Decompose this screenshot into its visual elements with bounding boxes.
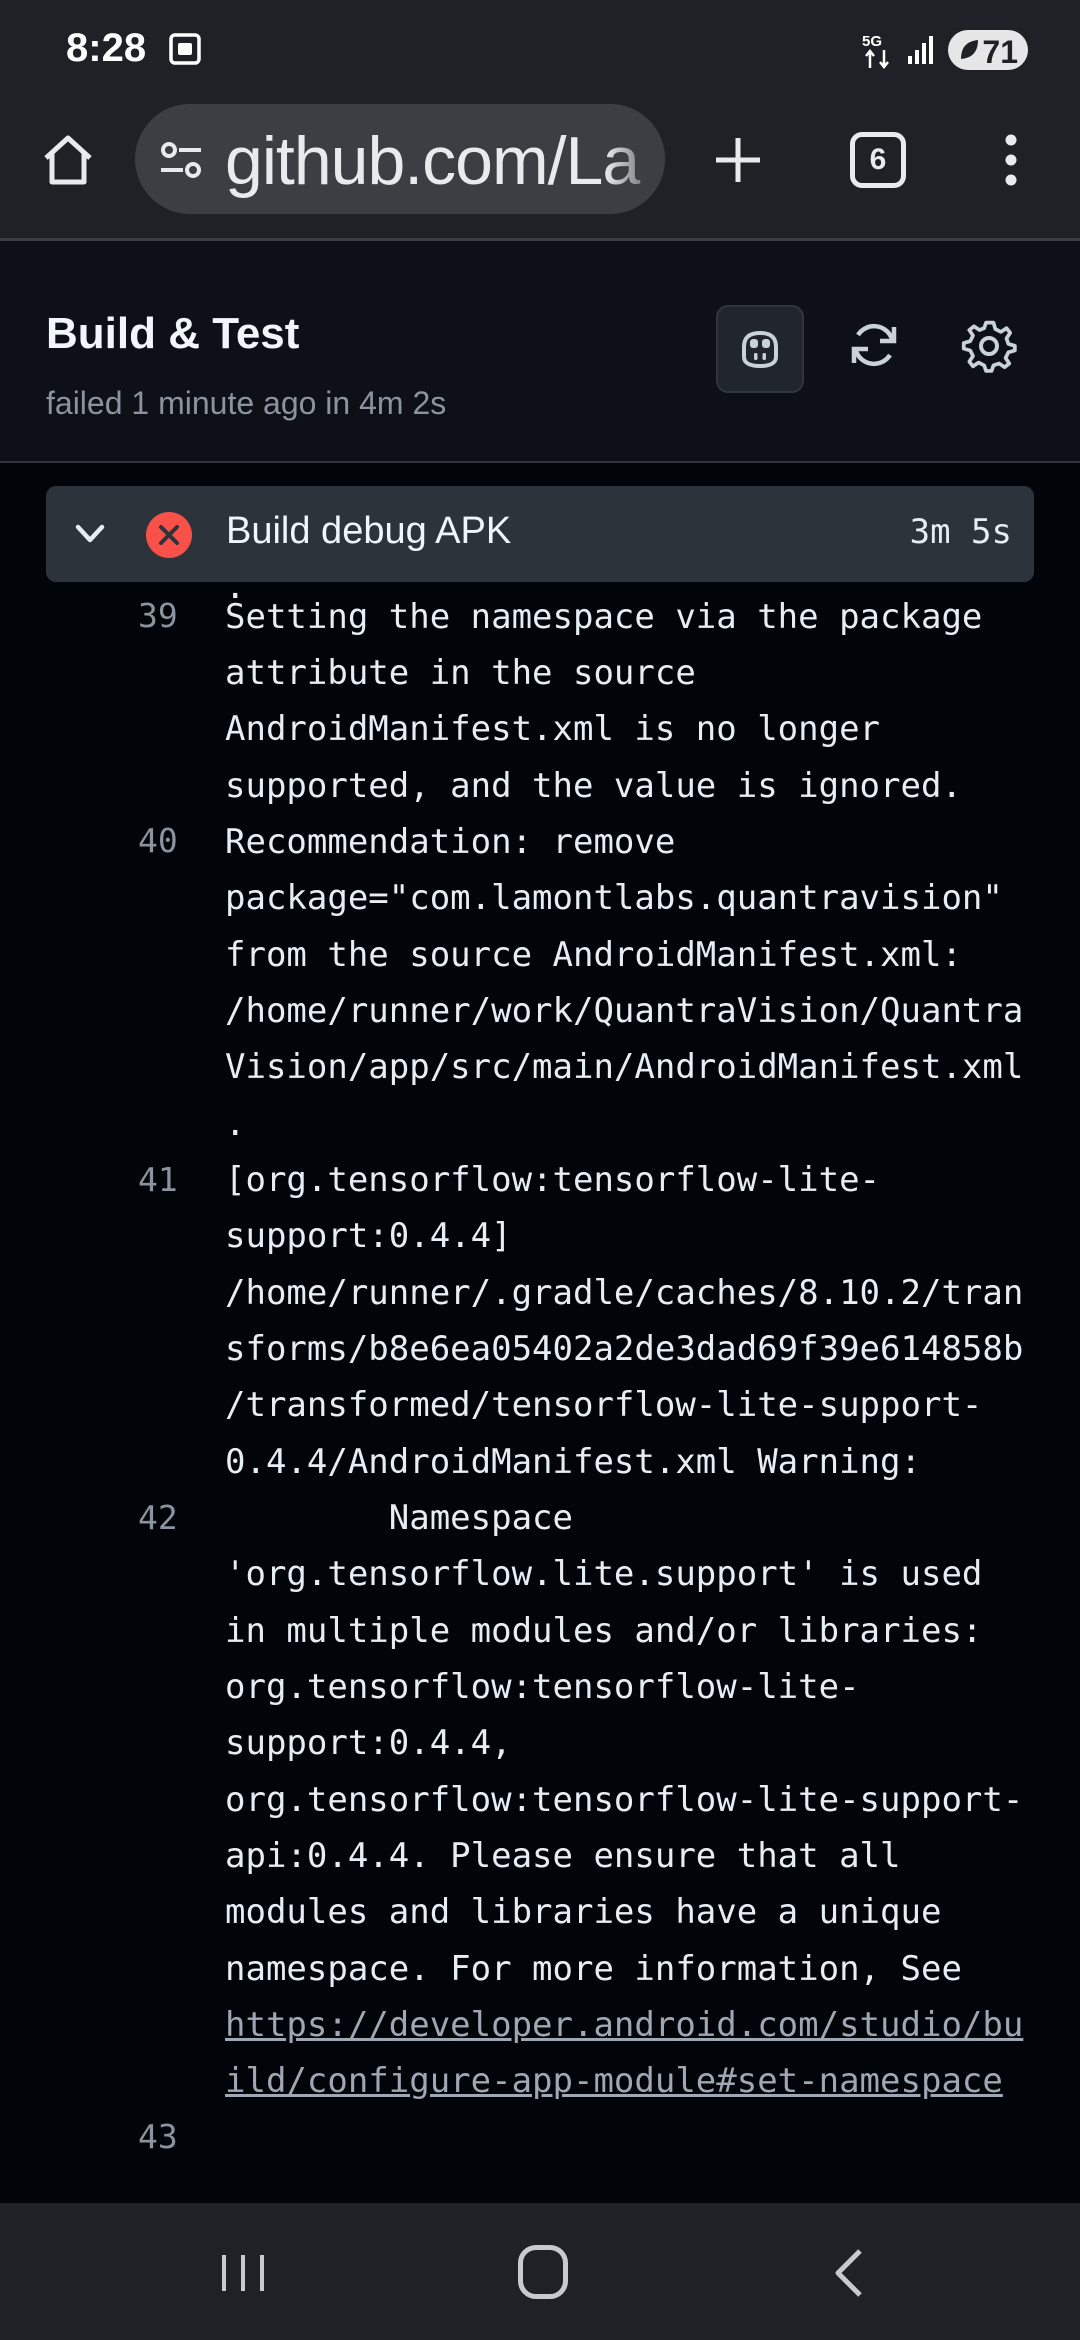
log-text: /home/runner/.gradle/caches/8.10.2/tran	[225, 1273, 1024, 1313]
log-text: support:0.4.4,	[225, 1723, 512, 1763]
log-text: 0.4.4/AndroidManifest.xml Warning:	[225, 1442, 921, 1482]
tune-icon[interactable]	[157, 138, 205, 182]
url-bar[interactable]: github.com/La	[135, 104, 665, 214]
rerun-icon[interactable]	[846, 317, 902, 373]
failed-status-icon	[146, 512, 192, 558]
log-text: api:0.4.4. Please ensure that all	[225, 1836, 901, 1876]
log-text: namespace. For more information, See	[225, 1949, 962, 1989]
log-text: from the source AndroidManifest.xml:	[225, 935, 962, 975]
home-nav-icon[interactable]	[518, 2245, 568, 2299]
log-panel[interactable]: Build debug APK 3m 5s . 39 Setting the n…	[0, 463, 1080, 2203]
log-text: org.tensorflow:tensorflow-lite-	[225, 1667, 860, 1707]
chevron-down-icon[interactable]	[72, 518, 108, 550]
log-text: sforms/b8e6ea05402a2de3dad69f39e614858b	[225, 1329, 1024, 1369]
job-title: Build & Test	[46, 309, 300, 358]
log-text: 'org.tensorflow.lite.support' is used	[225, 1554, 983, 1594]
line-number[interactable]: 39	[138, 588, 188, 644]
system-nav-bar	[0, 2203, 1080, 2340]
url-text[interactable]: github.com/La	[225, 122, 640, 200]
tab-switcher-button[interactable]: 6	[850, 132, 906, 188]
log-text: AndroidManifest.xml is no longer	[225, 709, 881, 749]
log-text: Recommendation: remove	[225, 822, 676, 862]
line-number[interactable]: 40	[138, 813, 188, 869]
line-number[interactable]: 41	[138, 1152, 188, 1208]
signal-icon	[908, 36, 933, 64]
copilot-button[interactable]	[716, 305, 804, 393]
log-text: in multiple modules and/or libraries:	[225, 1611, 983, 1651]
job-status-text: failed 1 minute ago in 4m 2s	[46, 385, 447, 421]
log-text: Setting the namespace via the package	[225, 597, 983, 637]
log-text: modules and libraries have a unique	[225, 1892, 942, 1932]
log-text: support:0.4.4]	[225, 1216, 512, 1256]
line-number[interactable]: 43	[138, 2109, 188, 2165]
namespace-doc-link-cont[interactable]: ild/configure-app-module#set-namespace	[225, 2053, 1045, 2109]
screenshot-icon	[169, 33, 201, 65]
network-label: 5G	[862, 33, 882, 50]
back-icon[interactable]	[830, 2247, 866, 2299]
5g-icon: 5G	[862, 33, 889, 70]
step-name: Build debug APK	[226, 510, 512, 552]
status-time: 8:28	[66, 26, 147, 70]
plus-icon[interactable]	[706, 128, 770, 192]
browser-toolbar: github.com/La 6	[0, 100, 1080, 241]
log-text: package="com.lamontlabs.quantravision"	[225, 878, 1003, 918]
battery-level: 71	[982, 34, 1018, 70]
log-text: Vision/app/src/main/AndroidManifest.xml	[225, 1047, 1024, 1087]
close-icon	[159, 525, 179, 545]
job-header: Build & Test failed 1 minute ago in 4m 2…	[0, 241, 1080, 463]
log-text: Namespace	[225, 1498, 573, 1538]
log-text: /home/runner/work/QuantraVision/Quantra	[225, 991, 1024, 1031]
log-text: org.tensorflow:tensorflow-lite-support-	[225, 1780, 1024, 1820]
log-text: [org.tensorflow:tensorflow-lite-	[225, 1160, 881, 1200]
more-vert-icon[interactable]	[996, 128, 1026, 192]
url-fade	[605, 104, 665, 214]
log-text: attribute in the source	[225, 653, 696, 693]
log-text: supported, and the value is ignored.	[225, 766, 962, 806]
settings-icon[interactable]	[960, 317, 1018, 375]
log-text: .	[225, 1104, 246, 1144]
copilot-icon	[742, 330, 778, 369]
line-number[interactable]: 42	[138, 1490, 188, 1546]
step-duration: 3m 5s	[909, 512, 1012, 552]
home-icon[interactable]	[36, 128, 100, 192]
namespace-doc-link[interactable]: https://developer.android.com/studio/bu	[225, 1997, 1045, 2053]
recent-apps-icon[interactable]	[218, 2251, 268, 2295]
log-text: /transformed/tensorflow-lite-support-	[225, 1385, 983, 1425]
status-bar: 8:28 5G 71	[0, 0, 1080, 100]
battery-icon: 71	[948, 30, 1028, 70]
battery-saver-leaf-icon	[961, 40, 978, 59]
